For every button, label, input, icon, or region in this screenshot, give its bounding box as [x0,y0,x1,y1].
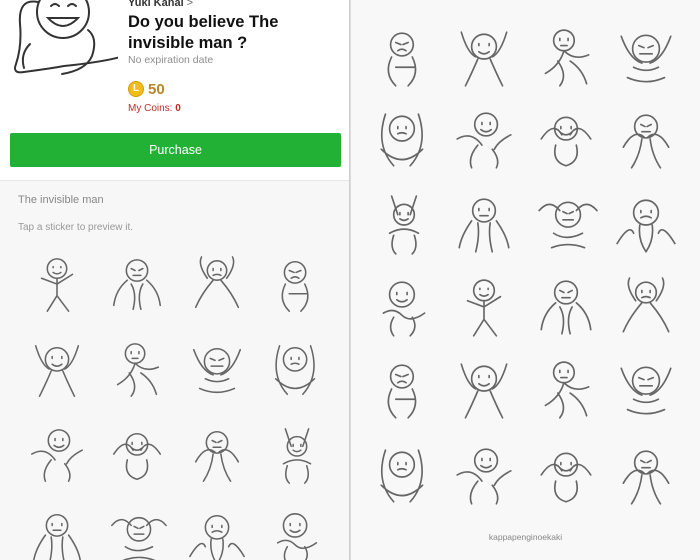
sticker-10[interactable] [106,425,168,487]
my-coins-label: My Coins: [128,103,173,114]
sticker-22[interactable] [533,358,599,424]
author-link[interactable]: Yuki Kanai > [128,0,193,9]
sticker-20[interactable] [371,358,437,424]
main-sticker-image [8,0,125,80]
sticker-15[interactable] [613,192,679,258]
sticker-16[interactable] [371,276,437,342]
copyright-credit: kappapenginoekaki [488,532,563,542]
sticker-10[interactable] [533,108,599,174]
sticker-5[interactable] [451,26,517,92]
preview-hint: Tap a sticker to preview it. [18,222,134,233]
my-coins: My Coins: 0 [128,103,181,114]
sticker-title: Do you believe The invisible man ? [128,13,279,52]
sticker-15[interactable] [186,508,248,560]
price-row: 50 [128,80,165,98]
sticker-4[interactable] [371,26,437,92]
sticker-14[interactable] [106,508,168,560]
chevron-right-icon: > [186,0,194,9]
sticker-3[interactable] [186,255,248,317]
sticker-18[interactable] [533,276,599,342]
sticker-16[interactable] [266,508,328,560]
sticker-5[interactable] [26,340,88,402]
sticker-13[interactable] [451,192,517,258]
sticker-24[interactable] [371,444,437,510]
sticker-11[interactable] [186,425,248,487]
sticker-6[interactable] [106,340,168,402]
sticker-1[interactable] [26,255,88,317]
sticker-23[interactable] [613,358,679,424]
sticker-9[interactable] [26,425,88,487]
sticker-8[interactable] [266,340,328,402]
sticker-14[interactable] [533,192,599,258]
sticker-7[interactable] [613,26,679,92]
line-coin-icon [128,81,144,97]
sticker-26[interactable] [533,444,599,510]
sticker-11[interactable] [613,108,679,174]
sticker-25[interactable] [451,444,517,510]
pack-name: The invisible man [18,194,104,206]
sticker-detail-panel: Yuki Kanai > Do you believe The invisible… [0,0,350,560]
divider [0,180,349,181]
sticker-19[interactable] [613,276,679,342]
price-value: 50 [148,80,165,98]
sticker-12[interactable] [371,192,437,258]
sticker-2[interactable] [106,255,168,317]
sticker-17[interactable] [451,276,517,342]
sticker-4[interactable] [266,255,328,317]
sticker-9[interactable] [451,108,517,174]
sticker-preview-panel: kappapenginoekaki [351,0,700,560]
purchase-button[interactable]: Purchase [10,133,341,167]
sticker-27[interactable] [613,444,679,510]
sticker-7[interactable] [186,340,248,402]
my-coins-value: 0 [175,103,181,114]
sticker-13[interactable] [26,508,88,560]
sticker-12[interactable] [266,425,328,487]
sticker-6[interactable] [533,26,599,92]
expiration-text: No expiration date [128,54,214,66]
sticker-21[interactable] [451,358,517,424]
sticker-8[interactable] [371,108,437,174]
author-name[interactable]: Yuki Kanai [128,0,184,9]
product-header: Yuki Kanai > Do you believe The invisible… [0,0,349,180]
